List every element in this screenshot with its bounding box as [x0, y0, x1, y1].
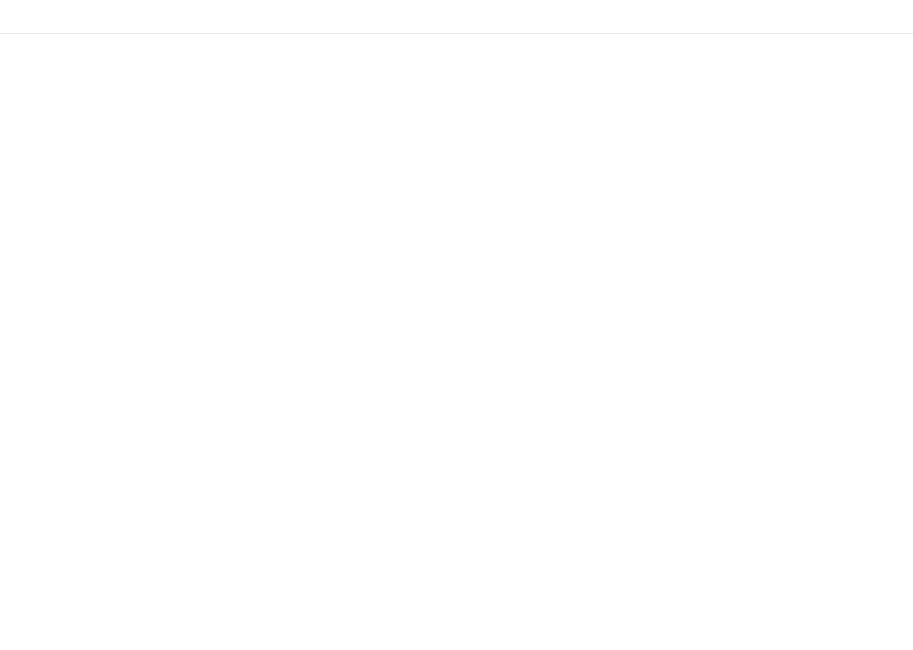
macd-legend [18, 520, 58, 535]
ma-legend [18, 116, 58, 131]
ohlc-legend [18, 96, 75, 111]
kline-chart-canvas[interactable] [0, 0, 913, 650]
header [0, 0, 913, 34]
